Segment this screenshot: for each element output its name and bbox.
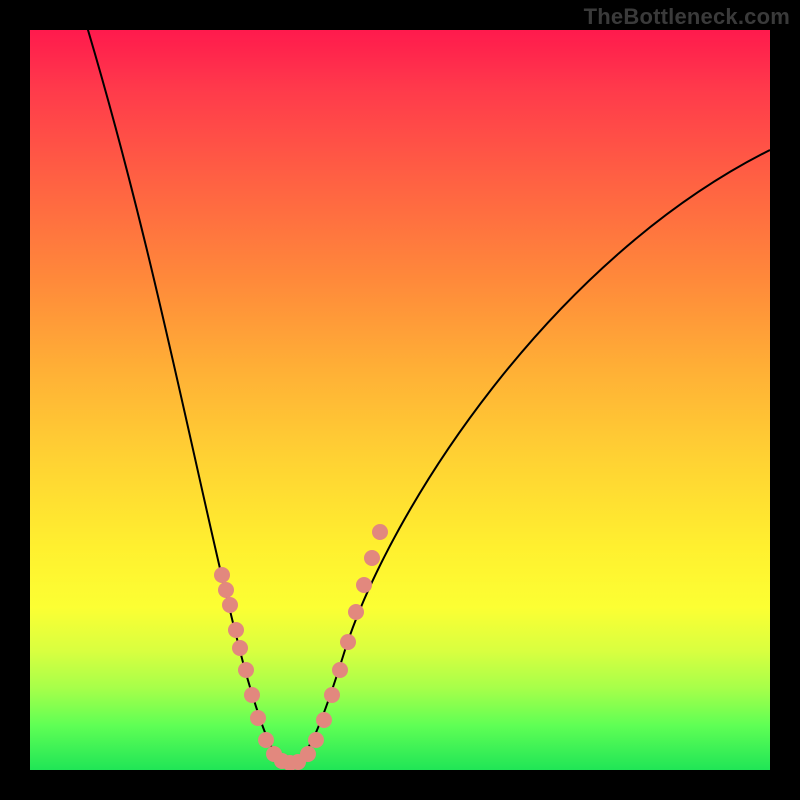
data-dot [232,640,248,656]
data-dot [324,687,340,703]
data-dot [258,732,274,748]
data-dot [218,582,234,598]
data-dot [364,550,380,566]
data-dot [244,687,260,703]
data-dot [348,604,364,620]
data-dot [340,634,356,650]
data-dot [222,597,238,613]
bottleneck-curve [85,30,770,763]
data-dot [356,577,372,593]
watermark-text: TheBottleneck.com [584,4,790,30]
data-dot [238,662,254,678]
outer-frame: TheBottleneck.com [0,0,800,800]
dots-right-group [300,524,388,762]
data-dot [300,746,316,762]
data-dot [228,622,244,638]
chart-svg [30,30,770,770]
data-dot [214,567,230,583]
data-dot [372,524,388,540]
data-dot [250,710,266,726]
plot-area [30,30,770,770]
dots-left-group [214,567,306,770]
data-dot [308,732,324,748]
data-dot [332,662,348,678]
data-dot [316,712,332,728]
